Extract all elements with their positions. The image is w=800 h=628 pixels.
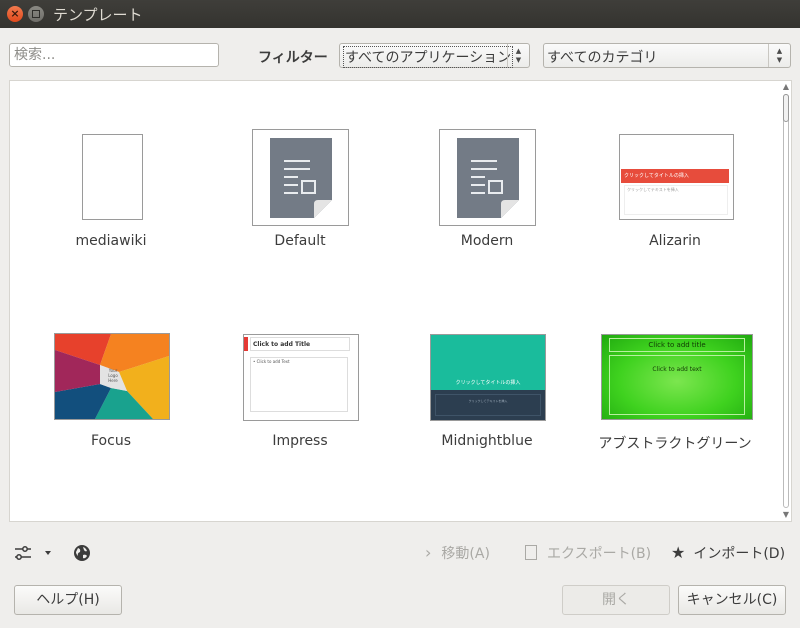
template-item-modern[interactable]: Modern xyxy=(397,126,577,256)
filter-label: フィルター xyxy=(258,50,328,66)
template-label: Alizarin xyxy=(649,233,701,249)
scroll-down-icon[interactable]: ▼ xyxy=(781,510,791,520)
template-thumbnail: Your Logo Here xyxy=(54,333,170,420)
search-input[interactable] xyxy=(9,43,219,67)
template-label: Impress xyxy=(272,433,328,449)
template-label: アブストラクトグリーン xyxy=(598,436,752,452)
template-label: Modern xyxy=(460,233,514,249)
export-button[interactable]: エクスポート(B) xyxy=(525,543,651,563)
export-document-icon xyxy=(525,545,537,560)
template-view[interactable]: mediawiki Default Modern クリックしてタイトルの挿入 ク… xyxy=(9,80,792,522)
thumbnail-title: Click to add title xyxy=(609,338,745,352)
title-bar: × テンプレート xyxy=(0,0,800,28)
template-thumbnail xyxy=(439,129,536,226)
thumbnail-text: クリックしてテキストを挿入 xyxy=(624,185,728,215)
open-button[interactable]: 開く xyxy=(562,585,670,615)
template-thumbnail: クリックしてタイトルの挿入 クリックしてテキストを挿入 xyxy=(619,134,734,220)
globe-icon xyxy=(74,545,90,561)
document-icon xyxy=(270,138,332,218)
template-item-impress[interactable]: Click to add Title • Click to add Text I… xyxy=(210,326,390,456)
template-label: mediawiki xyxy=(75,233,147,249)
scroll-up-icon[interactable]: ▲ xyxy=(781,82,791,92)
online-repository-button[interactable] xyxy=(73,544,91,562)
template-thumbnail: クリックしてタイトルの挿入 クリックしてテキストを挿入 xyxy=(430,334,546,421)
import-button[interactable]: ★ インポート(D) xyxy=(671,543,785,563)
template-item-focus[interactable]: Your Logo Here Focus xyxy=(21,326,201,456)
template-item-midnightblue[interactable]: クリックしてタイトルの挿入 クリックしてテキストを挿入 Midnightblue xyxy=(397,326,577,456)
template-item-alizarin[interactable]: クリックしてタイトルの挿入 クリックしてテキストを挿入 Alizarin xyxy=(585,126,765,256)
thumbnail-text: クリックしてテキストを挿入 xyxy=(435,394,541,416)
thumbnail-text: Click to add text xyxy=(609,355,745,415)
thumbnail-title: クリックしてタイトルの挿入 xyxy=(624,173,689,179)
category-filter-value: すべてのカテゴリ xyxy=(547,50,658,66)
template-item-mediawiki[interactable]: mediawiki xyxy=(21,126,201,256)
scrollbar-thumb[interactable] xyxy=(783,94,789,122)
template-thumbnail xyxy=(252,129,349,226)
star-icon: ★ xyxy=(671,543,686,562)
maximize-icon xyxy=(32,10,40,18)
move-label: 移動(A) xyxy=(441,546,490,562)
template-thumbnail: Click to add Title • Click to add Text xyxy=(243,334,359,421)
help-button[interactable]: ヘルプ(H) xyxy=(14,585,122,615)
thumbnail-text: • Click to add Text xyxy=(250,357,348,412)
spin-arrows-icon: ▲ ▼ xyxy=(507,44,529,67)
settings-menu-button[interactable] xyxy=(14,543,54,563)
template-label: Focus xyxy=(91,433,131,449)
scrollbar-track[interactable] xyxy=(783,94,789,508)
document-icon xyxy=(457,138,519,218)
template-item-default[interactable]: Default xyxy=(210,126,390,256)
settings-sliders-icon xyxy=(15,546,51,560)
spin-arrows-icon: ▲ ▼ xyxy=(768,44,790,67)
template-label: Default xyxy=(274,233,326,249)
template-thumbnail xyxy=(82,134,143,220)
close-window-button[interactable]: × xyxy=(7,6,23,22)
category-filter-select[interactable]: すべてのカテゴリ ▲ ▼ xyxy=(543,43,791,68)
maximize-window-button[interactable] xyxy=(28,6,44,22)
move-button[interactable]: › 移動(A) xyxy=(425,543,490,563)
cancel-button[interactable]: キャンセル(C) xyxy=(678,585,786,615)
application-filter-select[interactable]: すべてのアプリケーション ▲ ▼ xyxy=(339,43,530,68)
vertical-scrollbar[interactable]: ▲ ▼ xyxy=(780,81,792,521)
title-accent-bar xyxy=(244,337,248,351)
template-thumbnail: Click to add title Click to add text xyxy=(601,334,753,420)
logo-placeholder: Your Logo Here xyxy=(108,368,118,383)
chevron-right-icon: › xyxy=(425,543,432,562)
template-item-abstract-green[interactable]: Click to add title Click to add text アブス… xyxy=(585,326,765,456)
import-label: インポート(D) xyxy=(693,546,786,562)
application-filter-value: すべてのアプリケーション xyxy=(343,46,514,68)
window-title: テンプレート xyxy=(53,6,143,24)
action-bar: › 移動(A) エクスポート(B) ★ インポート(D) xyxy=(0,535,800,571)
export-label: エクスポート(B) xyxy=(547,546,652,562)
thumbnail-title: Click to add Title xyxy=(250,337,350,351)
template-label: Midnightblue xyxy=(441,433,533,449)
thumbnail-title: クリックしてタイトルの挿入 xyxy=(455,380,521,386)
